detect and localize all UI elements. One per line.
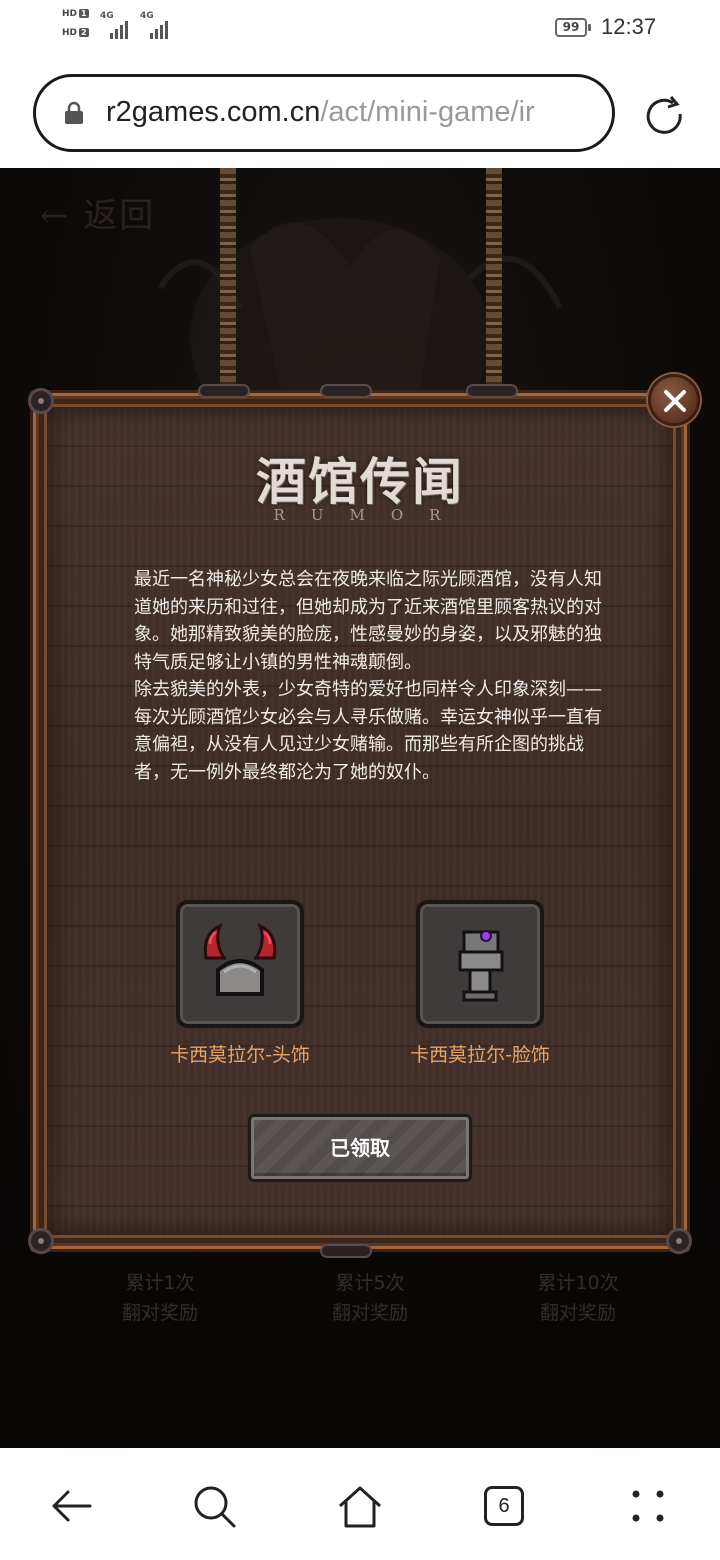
network-type-2: 4G [140,11,154,21]
home-icon[interactable] [334,1480,386,1532]
sim-indicators: HD 1 HD 2 [62,9,96,47]
more-menu-icon[interactable] [622,1480,674,1532]
signal-strength-1-icon: 4G [100,11,134,39]
status-bar: HD 1 HD 2 4G 4G 99 12:37 [0,0,720,58]
signal-strength-2-icon: 4G [140,11,174,39]
clock: 12:37 [601,14,657,39]
face-ornament-icon [458,930,504,1002]
reward-item-headwear-name: 卡西莫拉尔-头饰 [170,1044,310,1066]
browser-toolbar: r2games.com.cn/act/mini-game/ir [0,58,720,168]
frame-clip [320,384,372,398]
frame-clip [320,1244,372,1258]
tabs-button[interactable]: 6 [478,1480,530,1532]
browser-bottom-nav: 6 [0,1448,720,1560]
search-icon[interactable] [188,1480,240,1532]
sim2-hd-badge: HD 2 [62,28,89,38]
story-paragraph-2: 除去貌美的外表，少女奇特的爱好也同样令人印象深刻——每次光顾酒馆少女必会与人寻乐… [134,679,602,783]
reward-item-facewear-name: 卡西莫拉尔-脸饰 [410,1044,550,1066]
horned-helmet-icon [203,923,277,996]
url-path: /act/mini-game/ir [320,96,535,128]
modal-board [47,407,673,1235]
battery-icon: 99 [555,18,591,37]
network-type-1: 4G [100,11,114,21]
reward-item-headwear[interactable] [176,900,304,1028]
frame-bolt-icon [28,1228,54,1254]
frame-clip [466,384,518,398]
reload-icon[interactable] [640,92,688,140]
frame-bolt-icon [28,388,54,414]
close-icon [664,390,686,412]
reward-item-facewear[interactable] [416,900,544,1028]
claimed-button[interactable]: 已领取 [248,1114,472,1182]
modal-close-button[interactable] [648,374,700,426]
url-text: r2games.com.cn/act/mini-game/ir [106,96,535,129]
tab-count: 6 [484,1486,524,1526]
rumor-modal: 酒馆传闻 RUMOR 最近一名神秘少女总会在夜晚来临之际光顾酒馆，没有人知道她的… [28,384,692,1258]
modal-title: 酒馆传闻 [256,452,464,511]
rumor-story-text: 最近一名神秘少女总会在夜晚来临之际光顾酒馆，没有人知道她的来历和过往，但她却成为… [134,566,604,786]
frame-bolt-icon [666,1228,692,1254]
url-host: r2games.com.cn [106,96,321,128]
lock-icon [65,101,83,124]
address-bar[interactable]: r2games.com.cn/act/mini-game/ir [33,74,615,152]
sim1-hd-badge: HD 1 [62,9,89,19]
frame-clip [198,384,250,398]
back-arrow-icon[interactable] [46,1480,98,1532]
battery-level: 99 [562,20,580,34]
modal-subtitle: RUMOR [273,506,467,524]
story-paragraph-1: 最近一名神秘少女总会在夜晚来临之际光顾酒馆，没有人知道她的来历和过往，但她却成为… [134,569,602,673]
